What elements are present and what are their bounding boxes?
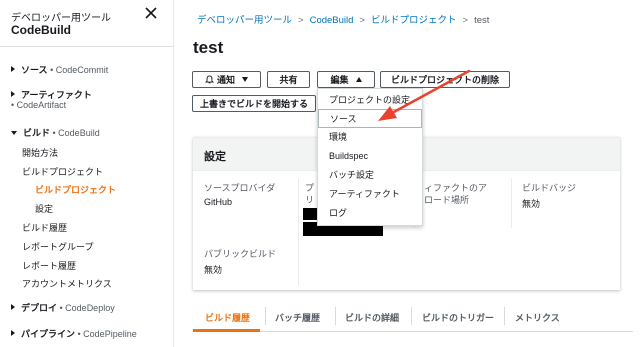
caret-up-icon [355,77,362,82]
sidebar-item-account-metrics[interactable]: アカウントメトリクス [22,277,112,290]
menu-item-environment[interactable]: 環境 [318,128,422,147]
sidebar-service-name: デベロッパー用ツール [11,13,111,24]
sidebar-app-name: CodeBuild [11,23,71,37]
start-build-override-button[interactable]: 上書きでビルドを開始する [192,95,316,112]
sidebar-section-source[interactable]: ソース • CodeCommit [11,63,108,76]
sidebar-item-report-groups[interactable]: レポートグループ [22,240,93,253]
field-label-build-badge: ビルドバッジ [522,183,577,193]
sidebar-item-report-history[interactable]: レポート履歴 [22,259,76,272]
share-button[interactable]: 共有 [267,71,310,88]
field-value-public-build: 無効 [204,265,223,275]
close-icon[interactable] [144,6,158,20]
caret-right-icon [11,330,15,336]
menu-item-batch-settings[interactable]: バッチ設定 [318,166,422,185]
caret-right-icon [11,66,15,72]
breadcrumb-current: test [474,15,490,26]
edit-button[interactable]: 編集 [317,71,375,88]
delete-project-button[interactable]: ビルドプロジェクトの削除 [380,71,510,88]
breadcrumb-build-projects[interactable]: ビルドプロジェクト [371,15,457,26]
caret-right-icon [11,91,15,97]
edit-dropdown-menu: プロジェクトの設定 ソース 環境 Buildspec バッチ設定 アーティファク… [317,88,423,226]
tab-metrics[interactable]: メトリクス [515,311,560,324]
redacted-block [303,208,317,220]
sidebar-item-build-history[interactable]: ビルド履歴 [22,221,67,234]
breadcrumb-devtools[interactable]: デベロッパー用ツール [197,15,292,26]
tab-build-triggers[interactable]: ビルドのトリガー [422,311,494,324]
caret-down-icon [242,77,248,82]
active-tab-indicator [193,329,260,332]
page-title: test [193,38,224,57]
sidebar-section-build[interactable]: ビルド • CodeBuild [11,126,100,139]
sidebar-item-settings[interactable]: 設定 [35,202,53,215]
breadcrumb-codebuild[interactable]: CodeBuild [310,15,354,26]
field-label-source-provider: ソースプロバイダ [204,183,276,193]
sidebar-item-build-projects[interactable]: ビルドプロジェクト [22,165,103,178]
field-value-build-badge: 無効 [522,199,541,209]
caret-right-icon [11,304,15,310]
menu-item-project-settings[interactable]: プロジェクトの設定 [318,91,422,110]
field-value-source-provider: GitHub [204,197,233,207]
tab-build-history[interactable]: ビルド履歴 [205,311,250,324]
field-label-artifact-b: ロード場所 [424,195,470,205]
menu-item-source[interactable]: ソース [318,109,422,128]
breadcrumb: デベロッパー用ツール > CodeBuild > ビルドプロジェクト > test [197,15,490,26]
bell-icon [205,75,214,84]
sidebar-section-pipeline[interactable]: パイプライン • CodePipeline [11,327,137,340]
field-label-repo-b: リ [305,195,315,205]
tab-bar: ビルド履歴 バッチ履歴 ビルドの詳細 ビルドのトリガー メトリクス [193,302,633,332]
menu-item-buildspec[interactable]: Buildspec [318,147,422,166]
sidebar-section-deploy[interactable]: デプロイ • CodeDeploy [11,301,115,314]
menu-item-artifacts[interactable]: アーティファクト [318,185,422,204]
tab-build-details[interactable]: ビルドの詳細 [345,311,399,324]
notify-button[interactable]: 通知 [192,71,261,88]
sidebar-divider [0,46,174,47]
sidebar-section-artifact-sub: CodeArtifact [16,100,67,110]
sidebar: デベロッパー用ツール CodeBuild ソース • CodeCommit アー… [0,0,174,347]
panel-title: 設定 [204,151,226,163]
sidebar-item-getting-started[interactable]: 開始方法 [22,146,58,159]
menu-item-logs[interactable]: ログ [318,204,422,223]
sidebar-item-build-project-active[interactable]: ビルドプロジェクト [35,183,116,196]
caret-down-icon [11,131,17,135]
field-label-public-build: パブリックビルド [204,249,277,259]
tab-batch-history[interactable]: バッチ履歴 [275,311,320,324]
